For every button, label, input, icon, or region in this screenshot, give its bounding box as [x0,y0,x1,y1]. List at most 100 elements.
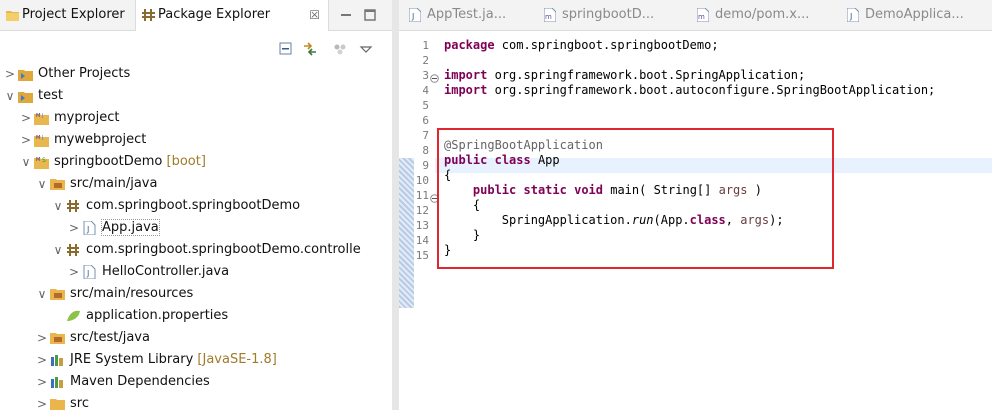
tree-item[interactable]: ∨ src/main/java [36,173,388,195]
editor-tab-springbootd[interactable]: m springbootD... [544,0,684,30]
tab-label: demo/pom.x... [715,7,810,22]
tab-label: Package Explorer [158,7,271,22]
java-file-icon: J [847,8,859,22]
annotation-highlight-box [437,128,834,269]
maven-project-icon: MJ [34,111,49,125]
tree-item-label: application.properties [86,308,229,323]
view-toolbar [270,41,380,59]
tree-item[interactable]: ∨ com.springboot.springbootDemo.controlle [52,239,388,261]
tree-item[interactable]: > M Jmywebproject [20,129,388,151]
line-number: 15 [415,249,429,262]
svg-text:m: m [698,13,705,21]
tree-item-label: test [38,88,63,103]
svg-text:J: J [86,269,89,278]
line-number: 14 [415,234,429,247]
tree-item[interactable]: > src [36,393,388,415]
package-icon [66,199,81,213]
code-line: import org.springframework.boot.SpringAp… [444,68,806,82]
svg-text:J: J [41,113,43,119]
collapse-arrow-icon[interactable]: ∨ [36,283,48,305]
tree-item[interactable]: > J HelloController.java [68,261,388,283]
tab-project-explorer[interactable]: Project Explorer [0,0,133,30]
expand-arrow-icon[interactable]: > [36,371,48,393]
tree-item-decoration: [JavaSE-1.8] [197,352,277,367]
fold-icon[interactable] [430,72,439,83]
link-with-editor-icon[interactable] [302,41,318,57]
source-folder-icon [50,287,65,301]
tree-item[interactable]: > Other Projects [4,63,388,85]
source-folder-icon [50,177,65,191]
svg-text:J: J [411,12,414,21]
maven-pom-icon: m [697,8,709,22]
line-number: 1 [422,39,429,52]
tree-item[interactable]: > J App.java [68,217,388,239]
collapse-all-icon[interactable] [278,41,294,57]
tree-item-label: App.java [101,219,160,236]
line-number: 3 [422,69,429,82]
svg-text:S: S [42,157,46,164]
tree-item[interactable]: ∨ test [4,85,388,107]
expand-arrow-icon[interactable]: > [20,129,32,151]
collapse-arrow-icon[interactable]: ∨ [52,239,64,261]
tree-item[interactable]: > JRE System Library [JavaSE-1.8] [36,349,388,371]
editor-tab-demo-pom[interactable]: m demo/pom.x... [697,0,837,30]
tree-item[interactable]: > src/test/java [36,327,388,349]
collapse-arrow-icon[interactable]: ∨ [36,173,48,195]
tab-label: DemoApplica... [865,7,964,22]
expand-arrow-icon[interactable]: > [68,261,80,283]
editor-tab-bar: J AppTest.ja... m springbootD... m demo/… [399,0,992,31]
collapse-arrow-icon[interactable]: ∨ [52,195,64,217]
tree-item-label: myproject [54,110,120,125]
tree-item-label: src/main/java [70,176,158,191]
tree-item-decoration: [boot] [166,154,206,169]
maven-pom-icon: m [544,8,556,22]
minimize-icon[interactable] [340,9,352,21]
tab-label: AppTest.ja... [427,7,507,22]
maximize-icon[interactable] [364,9,376,21]
tab-package-explorer[interactable]: Package Explorer ☒ [135,0,329,31]
collapse-arrow-icon[interactable]: ∨ [4,85,16,107]
svg-text:M: M [36,157,40,163]
tree-item[interactable]: ∨ com.springboot.springbootDemo [52,195,388,217]
working-set-icon [18,67,33,81]
svg-text:M: M [36,135,40,141]
java-file-icon: J [82,264,97,280]
tree-item[interactable]: > Maven Dependencies [36,371,388,393]
editor-tab-demoapplication[interactable]: J DemoApplica... [847,0,987,30]
tree-item-label: src/test/java [70,330,150,345]
maven-project-icon: MJ [34,133,49,147]
tree-item[interactable]: ∨ src/main/resources [36,283,388,305]
svg-text:M: M [36,113,40,119]
svg-text:J: J [86,225,89,234]
tree-item[interactable]: ∨ M SspringbootDemo [boot] [20,151,388,173]
expand-arrow-icon[interactable]: > [36,349,48,371]
tree-item-label: springbootDemo [boot] [54,154,206,169]
line-number: 8 [422,144,429,157]
editor-tab-apptest[interactable]: J AppTest.ja... [409,0,549,30]
expand-arrow-icon[interactable]: > [36,393,48,415]
focus-task-icon[interactable] [332,41,348,57]
expand-arrow-icon[interactable]: > [36,327,48,349]
tree-item-label: HelloController.java [102,264,230,279]
tree-item-label: Other Projects [38,66,131,81]
tree-item-label: src/main/resources [70,286,194,301]
close-icon[interactable]: ☒ [309,0,320,30]
tree-item[interactable]: > M Jmyproject [20,107,388,129]
library-icon [50,353,65,367]
tree-item-label: src [70,396,89,411]
expand-arrow-icon[interactable]: > [4,63,16,85]
source-folder-icon [50,331,65,345]
pane-splitter[interactable] [392,0,399,410]
expand-arrow-icon[interactable]: > [68,217,80,239]
tree-item-label: com.springboot.springbootDemo [86,198,301,213]
collapse-arrow-icon[interactable]: ∨ [20,151,32,173]
package-explorer-icon [142,9,155,21]
line-number: 10 [415,174,429,187]
code-line: import org.springframework.boot.autoconf… [444,83,936,97]
line-number: 7 [422,129,429,142]
view-menu-icon[interactable] [358,41,374,57]
tree-item[interactable]: application.properties [52,305,388,327]
view-controls [340,0,384,30]
properties-file-icon [66,309,81,323]
expand-arrow-icon[interactable]: > [20,107,32,129]
